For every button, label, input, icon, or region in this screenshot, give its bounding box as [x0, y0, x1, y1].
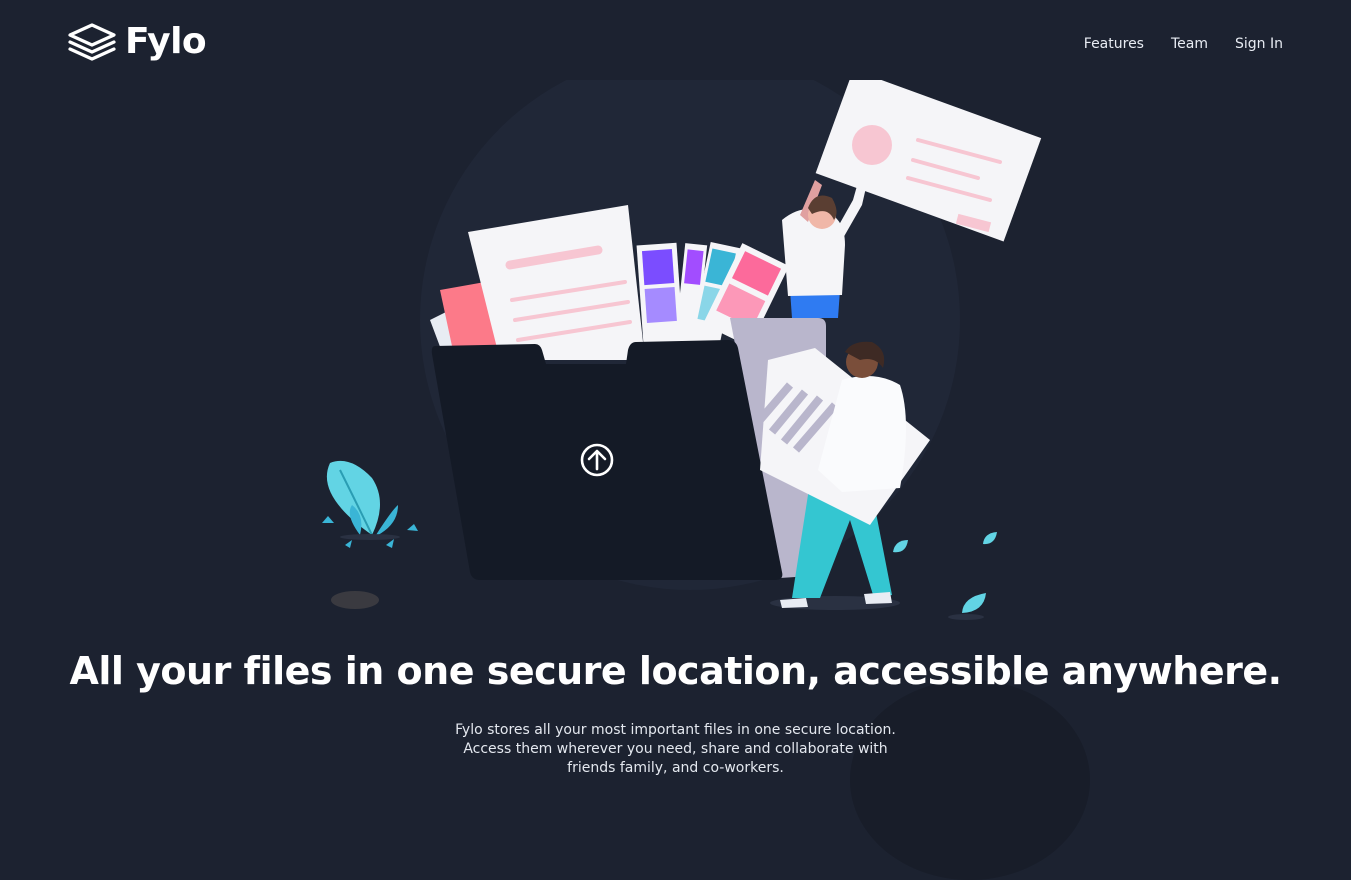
leaves-right	[893, 532, 997, 620]
nav-link-team[interactable]: Team	[1171, 34, 1208, 54]
hero-illustration	[322, 80, 1042, 620]
nav-link-features[interactable]: Features	[1084, 34, 1144, 54]
background-curve	[850, 680, 1090, 880]
main-nav: Features Team Sign In	[1084, 34, 1283, 54]
site-header: Fylo Features Team Sign In	[0, 0, 1351, 90]
hero-headline: All your files in one secure location, a…	[69, 649, 1282, 693]
brand-logo[interactable]: Fylo	[67, 21, 207, 62]
brand-name: Fylo	[125, 21, 207, 62]
nav-link-sign-in[interactable]: Sign In	[1235, 34, 1283, 54]
hero-description: Fylo stores all your most important file…	[455, 722, 896, 776]
stacked-layers-icon	[68, 23, 116, 61]
folder	[431, 340, 783, 580]
plant-left	[322, 460, 418, 609]
